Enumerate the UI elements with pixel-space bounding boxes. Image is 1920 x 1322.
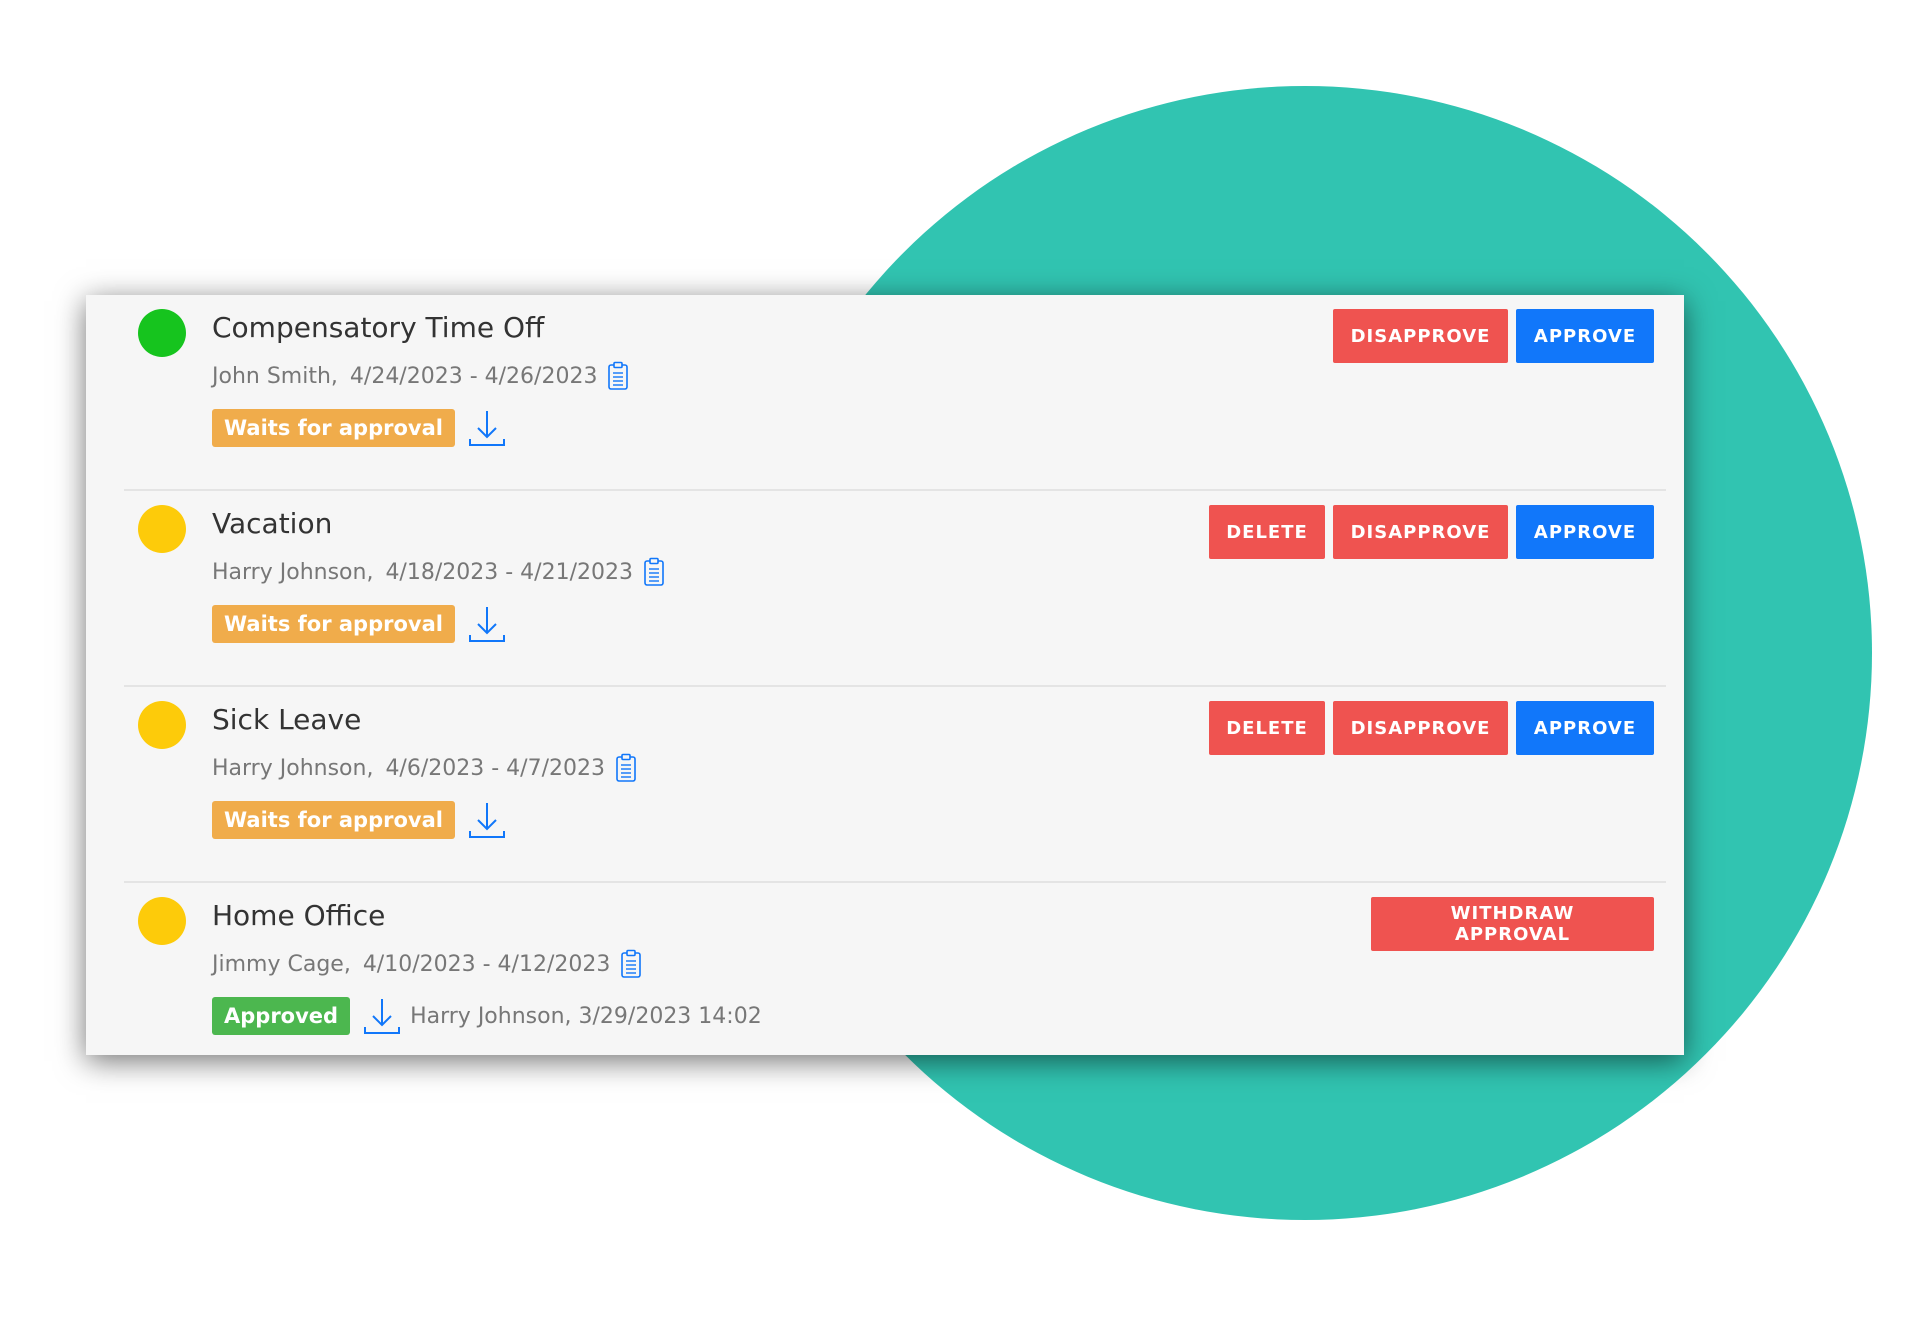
status-badge: Waits for approval	[212, 801, 455, 839]
request-title: Home Office	[212, 899, 386, 932]
row-actions: DELETE DISAPPROVE APPROVE	[1209, 505, 1654, 559]
requester-name: Jimmy Cage,	[212, 951, 351, 977]
request-row: Vacation Harry Johnson, 4/18/2023 - 4/21…	[124, 491, 1666, 685]
approve-button[interactable]: APPROVE	[1516, 309, 1654, 363]
disapprove-button[interactable]: DISAPPROVE	[1333, 701, 1508, 755]
status-dot	[138, 309, 186, 357]
request-meta: Harry Johnson, 4/6/2023 - 4/7/2023	[212, 753, 637, 783]
withdraw-approval-button[interactable]: WITHDRAW APPROVAL	[1371, 897, 1654, 951]
request-title: Vacation	[212, 507, 333, 540]
request-row: Sick Leave Harry Johnson, 4/6/2023 - 4/7…	[124, 687, 1666, 881]
download-icon[interactable]	[467, 603, 507, 645]
status-line: Waits for approval	[212, 407, 507, 449]
status-dot	[138, 505, 186, 553]
request-dates: 4/24/2023 - 4/26/2023	[349, 363, 598, 389]
request-meta: John Smith, 4/24/2023 - 4/26/2023	[212, 361, 629, 391]
request-title: Sick Leave	[212, 703, 362, 736]
status-line: Waits for approval	[212, 799, 507, 841]
status-line: Approved Harry Johnson, 3/29/2023 14:02	[212, 995, 762, 1037]
status-badge: Waits for approval	[212, 605, 455, 643]
requester-name: John Smith,	[212, 363, 338, 389]
row-actions: DISAPPROVE APPROVE	[1333, 309, 1654, 363]
clipboard-icon[interactable]	[643, 557, 665, 587]
status-line: Waits for approval	[212, 603, 507, 645]
request-meta: Jimmy Cage, 4/10/2023 - 4/12/2023	[212, 949, 642, 979]
request-row: Home Office Jimmy Cage, 4/10/2023 - 4/12…	[124, 883, 1666, 1077]
clipboard-icon[interactable]	[615, 753, 637, 783]
status-badge: Approved	[212, 997, 351, 1035]
leave-requests-panel: Compensatory Time Off John Smith, 4/24/2…	[86, 295, 1684, 1055]
row-actions: DELETE DISAPPROVE APPROVE	[1209, 701, 1654, 755]
request-meta: Harry Johnson, 4/18/2023 - 4/21/2023	[212, 557, 665, 587]
request-dates: 4/6/2023 - 4/7/2023	[385, 755, 605, 781]
approve-button[interactable]: APPROVE	[1516, 701, 1654, 755]
approve-button[interactable]: APPROVE	[1516, 505, 1654, 559]
requester-name: Harry Johnson,	[212, 755, 374, 781]
requester-name: Harry Johnson,	[212, 559, 374, 585]
status-dot	[138, 897, 186, 945]
delete-button[interactable]: DELETE	[1209, 701, 1325, 755]
request-title: Compensatory Time Off	[212, 311, 545, 344]
request-dates: 4/10/2023 - 4/12/2023	[362, 951, 611, 977]
download-icon[interactable]	[467, 799, 507, 841]
status-dot	[138, 701, 186, 749]
request-row: Compensatory Time Off John Smith, 4/24/2…	[124, 295, 1666, 489]
request-dates: 4/18/2023 - 4/21/2023	[385, 559, 633, 585]
clipboard-icon[interactable]	[607, 361, 629, 391]
download-icon[interactable]	[467, 407, 507, 449]
row-actions: WITHDRAW APPROVAL	[1371, 897, 1654, 951]
approved-by: Harry Johnson, 3/29/2023 14:02	[410, 1003, 762, 1029]
delete-button[interactable]: DELETE	[1209, 505, 1325, 559]
download-icon[interactable]	[362, 995, 402, 1037]
status-badge: Waits for approval	[212, 409, 455, 447]
clipboard-icon[interactable]	[620, 949, 642, 979]
disapprove-button[interactable]: DISAPPROVE	[1333, 309, 1508, 363]
disapprove-button[interactable]: DISAPPROVE	[1333, 505, 1508, 559]
